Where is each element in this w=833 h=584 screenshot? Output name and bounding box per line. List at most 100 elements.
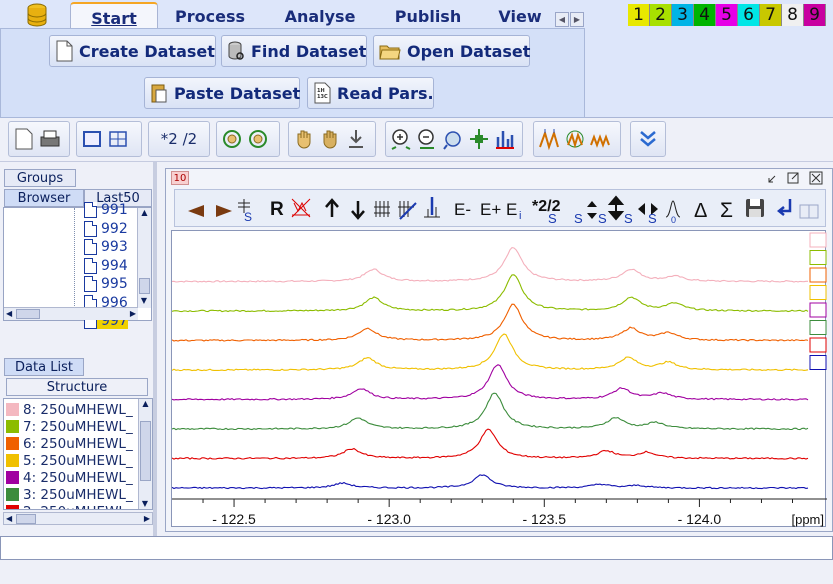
legend-box[interactable] bbox=[809, 285, 827, 300]
paste-dataset-button[interactable]: Paste Dataset bbox=[144, 77, 300, 109]
data-list-item[interactable]: 8: 250uMHEWL_ bbox=[6, 401, 133, 418]
browser-hscrollbar[interactable]: ◀ ▶ bbox=[4, 307, 138, 320]
color-tab-7[interactable]: 7 bbox=[760, 4, 782, 26]
browser-item[interactable]: 991 bbox=[84, 202, 128, 218]
tab-data-list[interactable]: Data List bbox=[4, 358, 84, 376]
peak-pick-icon[interactable] bbox=[538, 127, 560, 151]
new-document-icon[interactable] bbox=[13, 127, 35, 151]
legend-box[interactable] bbox=[809, 320, 827, 335]
tab-process[interactable]: Process bbox=[170, 2, 250, 28]
sigma-icon[interactable]: Σ bbox=[720, 199, 733, 222]
parameters-icon: 1H13C bbox=[314, 82, 331, 104]
data-list-item[interactable]: 7: 250uMHEWL_ bbox=[6, 418, 133, 435]
tab-start[interactable]: Start bbox=[70, 2, 158, 28]
tab-groups[interactable]: Groups bbox=[4, 169, 76, 187]
toolbar-scroll-icon[interactable] bbox=[799, 204, 819, 219]
datalist-hscrollbar[interactable]: ◀ ▶ bbox=[3, 512, 153, 525]
printer-icon[interactable] bbox=[39, 127, 61, 151]
maximize-icon[interactable] bbox=[787, 172, 799, 184]
fit-window-icon[interactable] bbox=[81, 127, 103, 151]
scale-reset-icon[interactable]: S bbox=[238, 199, 252, 224]
integral-icon[interactable] bbox=[424, 197, 440, 218]
find-dataset-button[interactable]: Find Dataset bbox=[221, 35, 367, 67]
tab-view[interactable]: View bbox=[490, 2, 550, 28]
stack-spectra-icon[interactable] bbox=[374, 201, 390, 217]
arrow-up-icon[interactable] bbox=[325, 198, 339, 217]
legend-box[interactable] bbox=[809, 337, 827, 353]
minimize-icon[interactable] bbox=[768, 175, 776, 183]
vertical-scale-icon[interactable]: S bbox=[587, 201, 607, 225]
zoom-reset-icon[interactable] bbox=[442, 127, 464, 151]
peak-region-icon[interactable] bbox=[564, 127, 586, 151]
grab-hand-icon[interactable] bbox=[293, 127, 315, 151]
browser-item[interactable]: 994 bbox=[84, 257, 128, 274]
reset-r-icon[interactable]: R bbox=[270, 199, 284, 220]
color-tab-1[interactable]: 1 bbox=[628, 4, 650, 26]
drag-hand-icon[interactable] bbox=[319, 127, 341, 151]
x-tick-label: - 124.0 bbox=[678, 511, 722, 527]
e-plus-icon[interactable]: E+ bbox=[480, 200, 501, 219]
peak-zero-icon[interactable]: 0 bbox=[665, 200, 681, 225]
peak-pick-group bbox=[533, 121, 621, 157]
data-list-item[interactable]: 4: 250uMHEWL_ bbox=[6, 469, 133, 486]
return-icon[interactable] bbox=[776, 199, 792, 216]
open-dataset-button[interactable]: Open Dataset bbox=[373, 35, 530, 67]
diagonal-stack-icon[interactable] bbox=[398, 201, 417, 220]
tab-analyse[interactable]: Analyse bbox=[280, 2, 360, 28]
color-tab-5[interactable]: 5 bbox=[716, 4, 738, 26]
spectrum-plot[interactable]: - 122.5 - 123.0 - 123.5 - 124.0 [ppm] bbox=[171, 230, 827, 527]
e-minus-icon[interactable]: E- bbox=[454, 200, 471, 219]
color-tab-3[interactable]: 3 bbox=[672, 4, 694, 26]
panel-splitter[interactable] bbox=[153, 162, 157, 536]
close-icon[interactable] bbox=[809, 171, 823, 185]
color-tab-9[interactable]: 9 bbox=[804, 4, 826, 26]
more-tools-button[interactable] bbox=[630, 121, 666, 157]
data-list-item[interactable]: 3: 250uMHEWL_ bbox=[6, 486, 133, 503]
tab-browser[interactable]: Browser bbox=[4, 189, 84, 207]
legend-box[interactable] bbox=[809, 302, 827, 318]
peak-bars-icon[interactable] bbox=[494, 127, 516, 151]
structure-header[interactable]: Structure bbox=[6, 378, 148, 396]
browser-item[interactable]: 993 bbox=[84, 239, 128, 255]
browser-vscrollbar[interactable]: ▲ ▼ bbox=[137, 208, 151, 308]
e-i-icon[interactable]: Ei bbox=[506, 200, 521, 222]
browser-item[interactable]: 995 bbox=[84, 276, 128, 292]
data-list-item[interactable]: 5: 250uMHEWL_ bbox=[6, 452, 133, 469]
sync-hand-alt-icon[interactable] bbox=[247, 127, 269, 151]
scale-button[interactable]: *2 /2 bbox=[148, 121, 210, 157]
scroll-right-button[interactable]: ▶ bbox=[570, 12, 584, 27]
legend-box[interactable] bbox=[809, 250, 827, 265]
download-arrow-icon[interactable] bbox=[345, 127, 367, 151]
data-list-item[interactable]: 2: 250uMHEWL_ bbox=[6, 503, 133, 509]
delta-icon[interactable]: Δ bbox=[694, 200, 707, 222]
no-baseline-icon[interactable] bbox=[291, 198, 311, 218]
create-dataset-button[interactable]: Create Dataset bbox=[49, 35, 216, 67]
browser-item[interactable]: 992 bbox=[84, 220, 128, 237]
zoom-out-icon[interactable] bbox=[416, 127, 438, 151]
color-tab-4[interactable]: 4 bbox=[694, 4, 716, 26]
zoom-in-icon[interactable] bbox=[390, 127, 412, 151]
arrow-left-icon[interactable] bbox=[188, 205, 204, 217]
read-pars-button[interactable]: 1H 13C Read Pars. bbox=[307, 77, 434, 109]
vertical-fit-icon[interactable]: S bbox=[607, 195, 633, 225]
arrow-right-icon[interactable] bbox=[216, 205, 232, 217]
color-tab-6[interactable]: 6 bbox=[738, 4, 760, 26]
legend-box[interactable] bbox=[809, 355, 827, 370]
color-tab-8[interactable]: 8 bbox=[782, 4, 804, 26]
multiplet-icon[interactable] bbox=[590, 127, 612, 151]
data-list-item[interactable]: 6: 250uMHEWL_ bbox=[6, 435, 133, 452]
save-icon[interactable] bbox=[746, 199, 764, 217]
database-icon[interactable] bbox=[26, 3, 48, 27]
color-tab-2[interactable]: 2 bbox=[650, 4, 672, 26]
expand-icon[interactable] bbox=[468, 127, 490, 151]
legend-box[interactable] bbox=[809, 267, 827, 283]
tab-publish[interactable]: Publish bbox=[388, 2, 468, 28]
grid-layout-icon[interactable] bbox=[107, 127, 129, 151]
legend-box[interactable] bbox=[809, 232, 827, 248]
sync-hand-icon[interactable] bbox=[221, 127, 243, 151]
arrow-down-icon[interactable] bbox=[351, 201, 365, 220]
datalist-vscrollbar[interactable]: ▲ ▼ bbox=[138, 399, 152, 509]
scroll-left-button[interactable]: ◀ bbox=[555, 12, 569, 27]
horizontal-fit-icon[interactable]: S bbox=[638, 203, 658, 225]
scale-s-icon[interactable]: *2/2S S bbox=[532, 198, 583, 225]
